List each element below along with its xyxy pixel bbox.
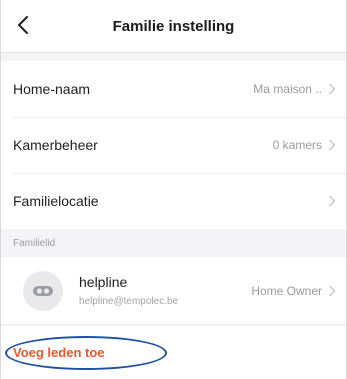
room-management-row[interactable]: Kamerbeheer 0 kamers bbox=[1, 117, 346, 173]
settings-group: Home-naam Ma maison .. Kamerbeheer 0 kam… bbox=[1, 61, 346, 229]
chevron-right-icon bbox=[329, 195, 336, 207]
screen-frame: Familie instelling Home-naam Ma maison .… bbox=[0, 0, 347, 379]
chevron-left-icon bbox=[18, 16, 28, 34]
chevron-right-icon bbox=[329, 83, 336, 95]
family-location-label: Familielocatie bbox=[13, 193, 99, 209]
page-title: Familie instelling bbox=[112, 17, 235, 35]
chevron-right-icon bbox=[329, 285, 336, 296]
member-email: helpline@tempolec.be bbox=[79, 296, 179, 307]
back-button[interactable] bbox=[11, 12, 35, 38]
navigation-bar: Familie instelling bbox=[1, 0, 346, 53]
user-avatar-icon bbox=[33, 285, 53, 296]
home-name-value: Ma maison .. bbox=[253, 82, 322, 96]
members-section-header: Familielid bbox=[1, 229, 346, 257]
member-name: helpline bbox=[79, 274, 128, 290]
room-count-value: 0 kamers bbox=[272, 138, 322, 152]
chevron-right-icon bbox=[329, 139, 336, 151]
add-member-row: Voeg leden toe bbox=[1, 326, 346, 379]
family-location-row[interactable]: Familielocatie bbox=[1, 173, 346, 229]
avatar bbox=[23, 270, 63, 311]
home-name-row[interactable]: Home-naam Ma maison .. bbox=[1, 61, 346, 117]
member-row[interactable]: helpline helpline@tempolec.be Home Owner bbox=[1, 257, 346, 325]
add-member-button[interactable]: Voeg leden toe bbox=[13, 345, 105, 360]
member-info: helpline helpline@tempolec.be bbox=[79, 274, 251, 307]
home-name-label: Home-naam bbox=[13, 81, 91, 97]
room-management-label: Kamerbeheer bbox=[13, 137, 98, 153]
member-role: Home Owner bbox=[251, 283, 322, 298]
